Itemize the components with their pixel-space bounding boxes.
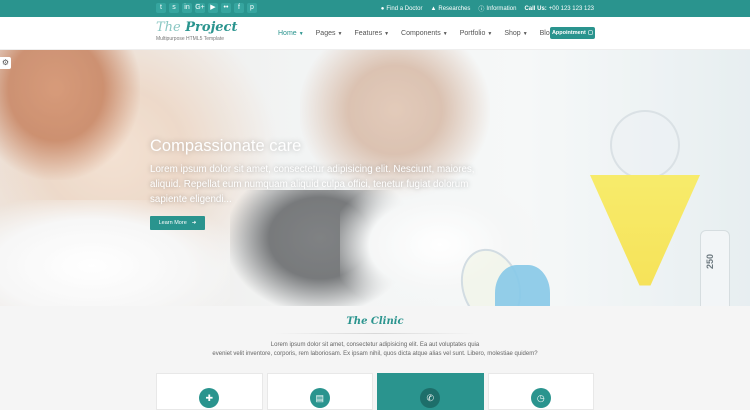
chevron-down-icon: ▼ bbox=[522, 30, 528, 37]
clock-icon: ◷ bbox=[530, 388, 551, 408]
logo-subtitle: Multipurpose HTML5 Template bbox=[156, 36, 224, 42]
clinic-section: The Clinic Lorem ipsum dolor sit amet, c… bbox=[0, 306, 750, 410]
flickr-icon[interactable]: •• bbox=[221, 3, 231, 13]
section-title: The Clinic bbox=[346, 316, 404, 327]
youtube-icon[interactable]: ▶ bbox=[208, 3, 218, 13]
info-icon: ⓘ bbox=[478, 7, 485, 13]
information-label: Information bbox=[486, 5, 517, 12]
nav-item-label: Features bbox=[354, 30, 383, 37]
section-text-line-2: eveniet velit inventore, corporis, rem l… bbox=[212, 351, 538, 357]
logo-the: The bbox=[156, 20, 181, 35]
top-links: ● Find a Doctor ▲ Researches ⓘ Informati… bbox=[381, 0, 594, 17]
clipboard-icon: ▤ bbox=[309, 388, 330, 408]
find-doctor-link[interactable]: ● Find a Doctor bbox=[381, 6, 423, 12]
phone-number: +00 123 123 123 bbox=[548, 5, 594, 12]
chevron-down-icon: ▼ bbox=[487, 30, 493, 37]
hero-text: Lorem ipsum dolor sit amet, consectetur … bbox=[150, 164, 475, 205]
nav-item-components[interactable]: Components ▼ bbox=[395, 17, 454, 50]
find-doctor-label: Find a Doctor bbox=[386, 5, 423, 12]
gear-icon[interactable]: ⚙ bbox=[0, 57, 11, 69]
nav-item-label: Portfolio bbox=[459, 30, 486, 37]
pinterest-icon[interactable]: p bbox=[247, 3, 257, 13]
top-bar: t s in G+ ▶ •• f p ● Find a Doctor ▲ Res… bbox=[0, 0, 750, 17]
hero-title: Compassionate care bbox=[150, 137, 302, 155]
logo-title: The Project bbox=[156, 20, 237, 35]
feature-card[interactable]: ✚ bbox=[156, 373, 263, 410]
appointment-button[interactable]: Appointment ▢ bbox=[550, 27, 595, 39]
logo[interactable]: The Project Multipurpose HTML5 Template bbox=[156, 20, 237, 42]
chevron-down-icon: ▼ bbox=[442, 30, 448, 37]
chevron-down-icon: ▼ bbox=[337, 30, 343, 37]
researches-link[interactable]: ▲ Researches bbox=[430, 6, 470, 12]
social-links: t s in G+ ▶ •• f p bbox=[156, 3, 257, 13]
nav-item-shop[interactable]: Shop ▼ bbox=[498, 17, 533, 50]
twitter-icon[interactable]: t bbox=[156, 3, 166, 13]
nav-item-home[interactable]: Home ▼ bbox=[272, 17, 310, 50]
skype-icon[interactable]: s bbox=[169, 3, 179, 13]
information-link[interactable]: ⓘ Information bbox=[478, 4, 517, 14]
section-text: Lorem ipsum dolor sit amet, consectetur … bbox=[200, 341, 550, 359]
chevron-down-icon: ▼ bbox=[298, 30, 304, 37]
phone-icon: ✆ bbox=[420, 388, 441, 408]
nav-item-portfolio[interactable]: Portfolio ▼ bbox=[454, 17, 499, 50]
feature-cards: ✚ ▤ ✆ ◷ bbox=[156, 373, 594, 410]
appointment-label: Appointment bbox=[551, 30, 586, 36]
nav-item-pages[interactable]: Pages ▼ bbox=[310, 17, 349, 50]
nav-item-features[interactable]: Features ▼ bbox=[348, 17, 395, 50]
nav-item-label: Home bbox=[278, 30, 297, 37]
nav-item-label: Components bbox=[401, 30, 441, 37]
chevron-down-icon: ▼ bbox=[384, 30, 390, 37]
arrow-right-icon: ➜ bbox=[191, 220, 197, 226]
call-us-label: Call Us: bbox=[524, 5, 547, 12]
learn-more-label: Learn More bbox=[158, 220, 187, 226]
feature-card[interactable]: ▤ bbox=[266, 373, 373, 410]
calendar-icon: ▢ bbox=[587, 30, 594, 36]
facebook-icon[interactable]: f bbox=[234, 3, 244, 13]
call-us: Call Us: +00 123 123 123 bbox=[524, 6, 594, 12]
feature-card[interactable]: ◷ bbox=[487, 373, 594, 410]
google-plus-icon[interactable]: G+ bbox=[195, 3, 205, 13]
nav-item-label: Shop bbox=[504, 30, 521, 37]
flask-icon: ▲ bbox=[430, 5, 437, 12]
section-text-line-1: Lorem ipsum dolor sit amet, consectetur … bbox=[270, 342, 480, 348]
section-divider bbox=[275, 333, 475, 334]
linkedin-icon[interactable]: in bbox=[182, 3, 192, 13]
nav-item-label: Pages bbox=[315, 30, 336, 37]
learn-more-button[interactable]: Learn More ➜ bbox=[150, 216, 205, 230]
hero-banner: 250 ⚙ Compassionate care Lorem ipsum dol… bbox=[0, 50, 750, 306]
feature-card-active[interactable]: ✆ bbox=[377, 373, 484, 410]
plus-square-icon: ✚ bbox=[199, 388, 220, 408]
main-nav: Home ▼ Pages ▼ Features ▼ Components ▼ P… bbox=[272, 17, 567, 50]
logo-project: Project bbox=[185, 20, 238, 35]
header: The Project Multipurpose HTML5 Template … bbox=[0, 17, 750, 50]
researches-label: Researches bbox=[438, 5, 471, 12]
user-icon: ● bbox=[380, 5, 385, 12]
